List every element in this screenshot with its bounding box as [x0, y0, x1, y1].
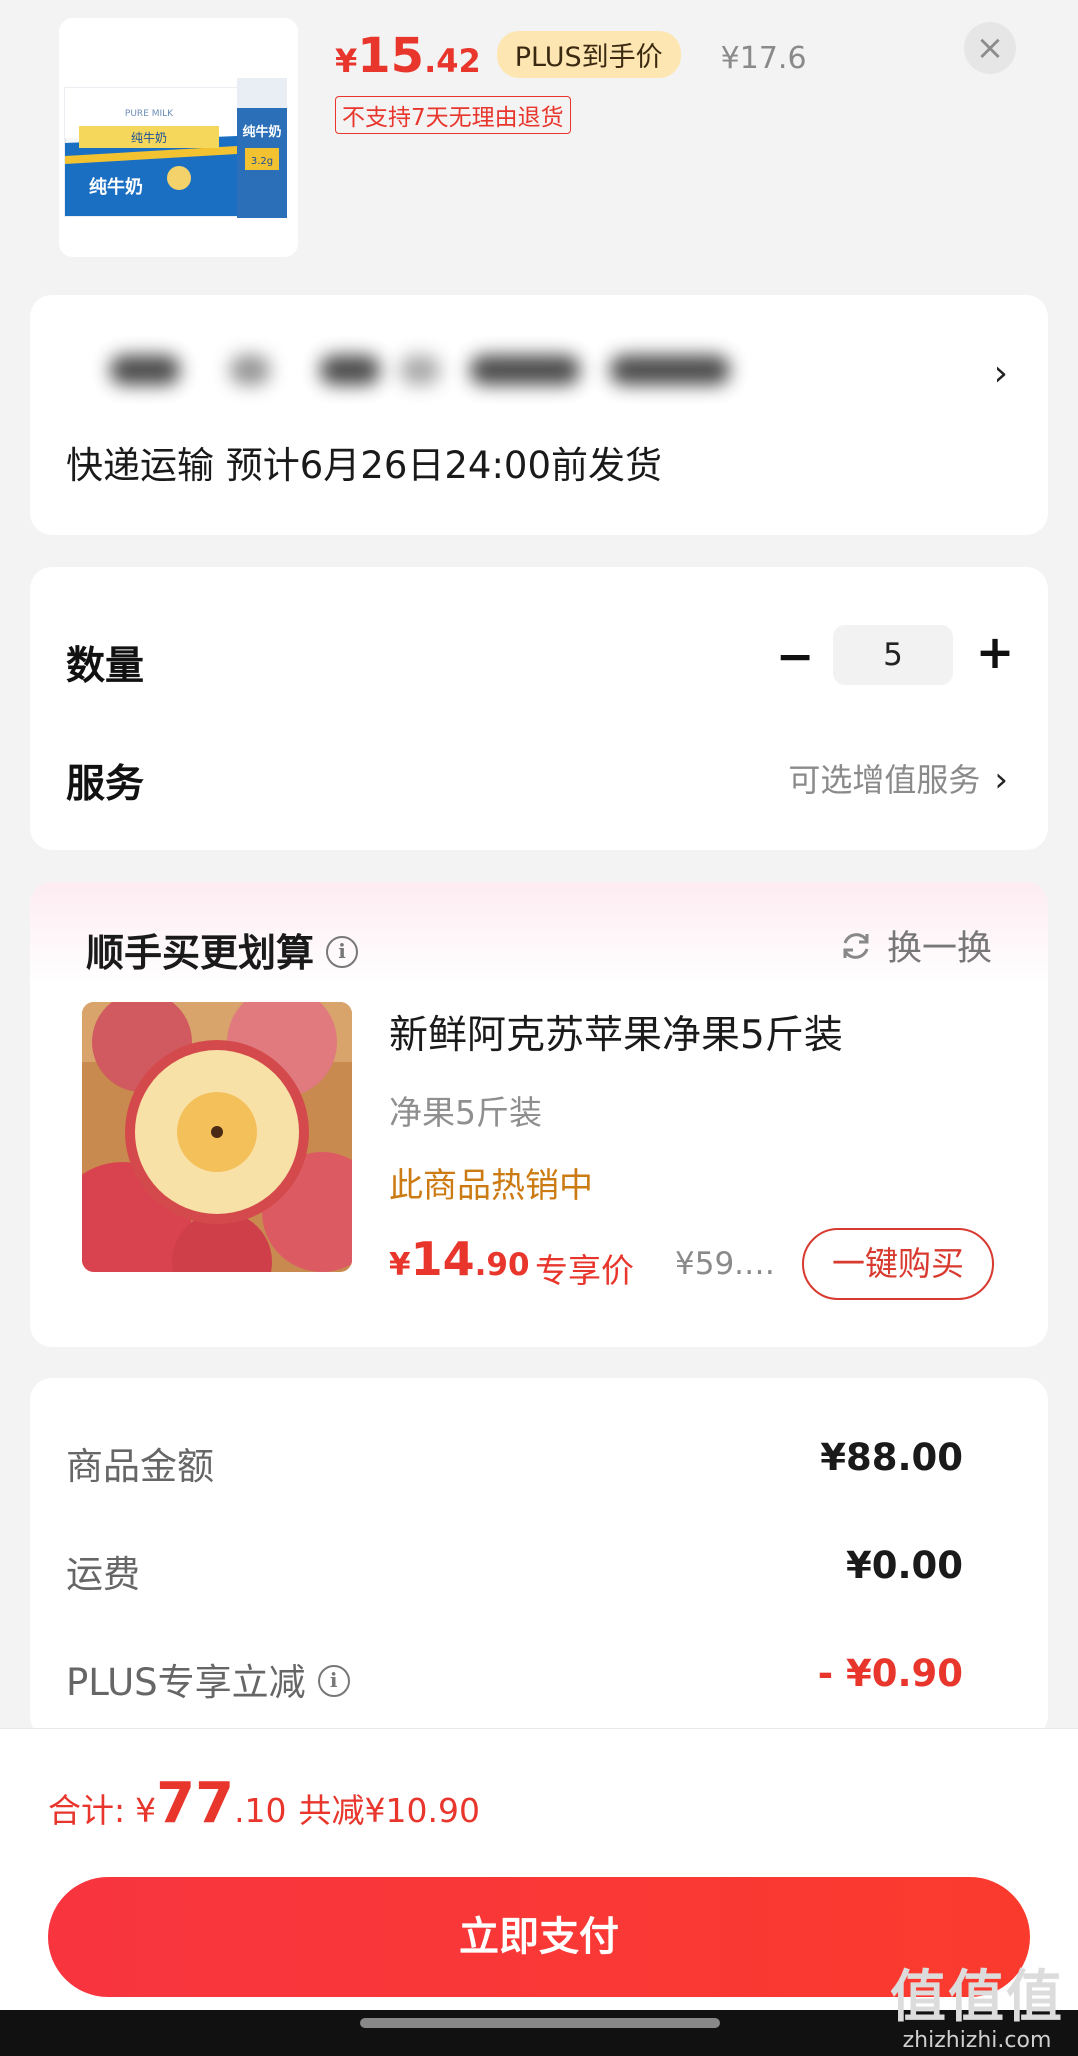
summary-row-subtotal: 商品金额 ¥88.00 — [66, 1436, 963, 1490]
refresh-icon — [843, 932, 869, 959]
svg-text:纯牛奶: 纯牛奶 — [89, 176, 143, 198]
one-click-buy-button[interactable]: 一键购买 — [802, 1228, 994, 1300]
product-price: ¥15.42 — [335, 28, 481, 84]
chevron-right-icon: › — [993, 353, 1008, 394]
total-line: 合计: ¥77.10 共减¥10.90 — [48, 1771, 481, 1836]
refresh-button[interactable]: 换一换 — [839, 920, 992, 971]
recommendation-original-price: ¥59.… — [675, 1246, 776, 1282]
exclusive-price-tag: 专享价 — [535, 1251, 634, 1290]
home-indicator[interactable] — [360, 2018, 720, 2028]
recommendation-hot-tag: 此商品热销中 — [389, 1166, 593, 1206]
service-value: 可选增值服务 — [788, 761, 981, 799]
quantity-input[interactable]: 5 — [833, 625, 953, 685]
address-card[interactable]: › 快递运输 预计6月26日24:00前发货 — [30, 295, 1048, 535]
summary-value: ¥0.00 — [845, 1544, 963, 1587]
recommendation-title: 顺手买更划算 i — [86, 922, 359, 977]
address-text-blurred — [70, 345, 750, 395]
summary-value: ¥88.00 — [820, 1436, 963, 1479]
summary-label: 运费 — [66, 1553, 140, 1596]
summary-row-plus-discount: PLUS专享立减 i - ¥0.90 — [66, 1652, 963, 1706]
no-return-tag: 不支持7天无理由退货 — [335, 96, 571, 134]
svg-text:纯牛奶: 纯牛奶 — [242, 124, 281, 140]
svg-text:PURE MILK: PURE MILK — [125, 109, 174, 119]
close-icon: × — [975, 28, 1005, 68]
product-thumbnail[interactable]: 纯牛奶 PURE MILK 纯牛奶 纯牛奶 3.2g — [59, 18, 298, 257]
total-label: 合计: — [48, 1791, 126, 1830]
quantity-increase-button[interactable]: + — [970, 625, 1020, 679]
original-price: ¥17.6 — [720, 41, 807, 76]
pay-now-button[interactable]: 立即支付 — [48, 1877, 1030, 1997]
close-button[interactable]: × — [964, 22, 1016, 74]
product-header: 纯牛奶 PURE MILK 纯牛奶 纯牛奶 3.2g ¥15.42 PLUS到手… — [0, 0, 1078, 280]
quantity-decrease-button[interactable]: − — [770, 629, 820, 683]
recommendation-item-name[interactable]: 新鲜阿克苏苹果净果5斤装 — [389, 1004, 843, 1060]
chevron-right-icon: › — [994, 760, 1008, 800]
recommendation-item-spec: 净果5斤装 — [389, 1093, 542, 1132]
service-label: 服务 — [66, 762, 145, 807]
order-summary-card: 商品金额 ¥88.00 运费 ¥0.00 PLUS专享立减 i - ¥0.90 — [30, 1378, 1048, 1738]
svg-text:纯牛奶: 纯牛奶 — [131, 130, 167, 145]
recommendation-price: ¥14.90 — [389, 1232, 530, 1286]
refresh-label: 换一换 — [886, 929, 992, 969]
total-amount: 77 — [156, 1771, 235, 1836]
recommendation-card: 顺手买更划算 i 换一换 新鲜阿克苏苹果净果5斤装 净果5斤装 此商品热销中 ¥1… — [30, 882, 1048, 1347]
product-price-line: ¥15.42 PLUS到手价 ¥17.6 — [335, 28, 807, 84]
apple-product-image[interactable] — [82, 1002, 352, 1272]
summary-row-shipping: 运费 ¥0.00 — [66, 1544, 963, 1598]
watermark: 值值值 zhizhizhi.com — [890, 1965, 1064, 2054]
summary-label: PLUS专享立减 i — [66, 1652, 350, 1706]
plus-price-badge: PLUS到手价 — [496, 31, 681, 78]
total-discount: 共减¥10.90 — [298, 1791, 481, 1830]
quantity-service-card: 数量 − 5 + 服务 可选增值服务 › — [30, 567, 1048, 850]
svg-text:3.2g: 3.2g — [251, 156, 273, 167]
info-icon[interactable]: i — [326, 935, 359, 968]
info-icon[interactable]: i — [317, 1664, 350, 1697]
service-selector[interactable]: 可选增值服务 › — [788, 755, 1008, 801]
quantity-label: 数量 — [66, 644, 145, 689]
summary-label: 商品金额 — [66, 1445, 214, 1488]
summary-value: - ¥0.90 — [817, 1652, 963, 1695]
shipping-estimate: 快递运输 预计6月26日24:00前发货 — [66, 444, 663, 487]
